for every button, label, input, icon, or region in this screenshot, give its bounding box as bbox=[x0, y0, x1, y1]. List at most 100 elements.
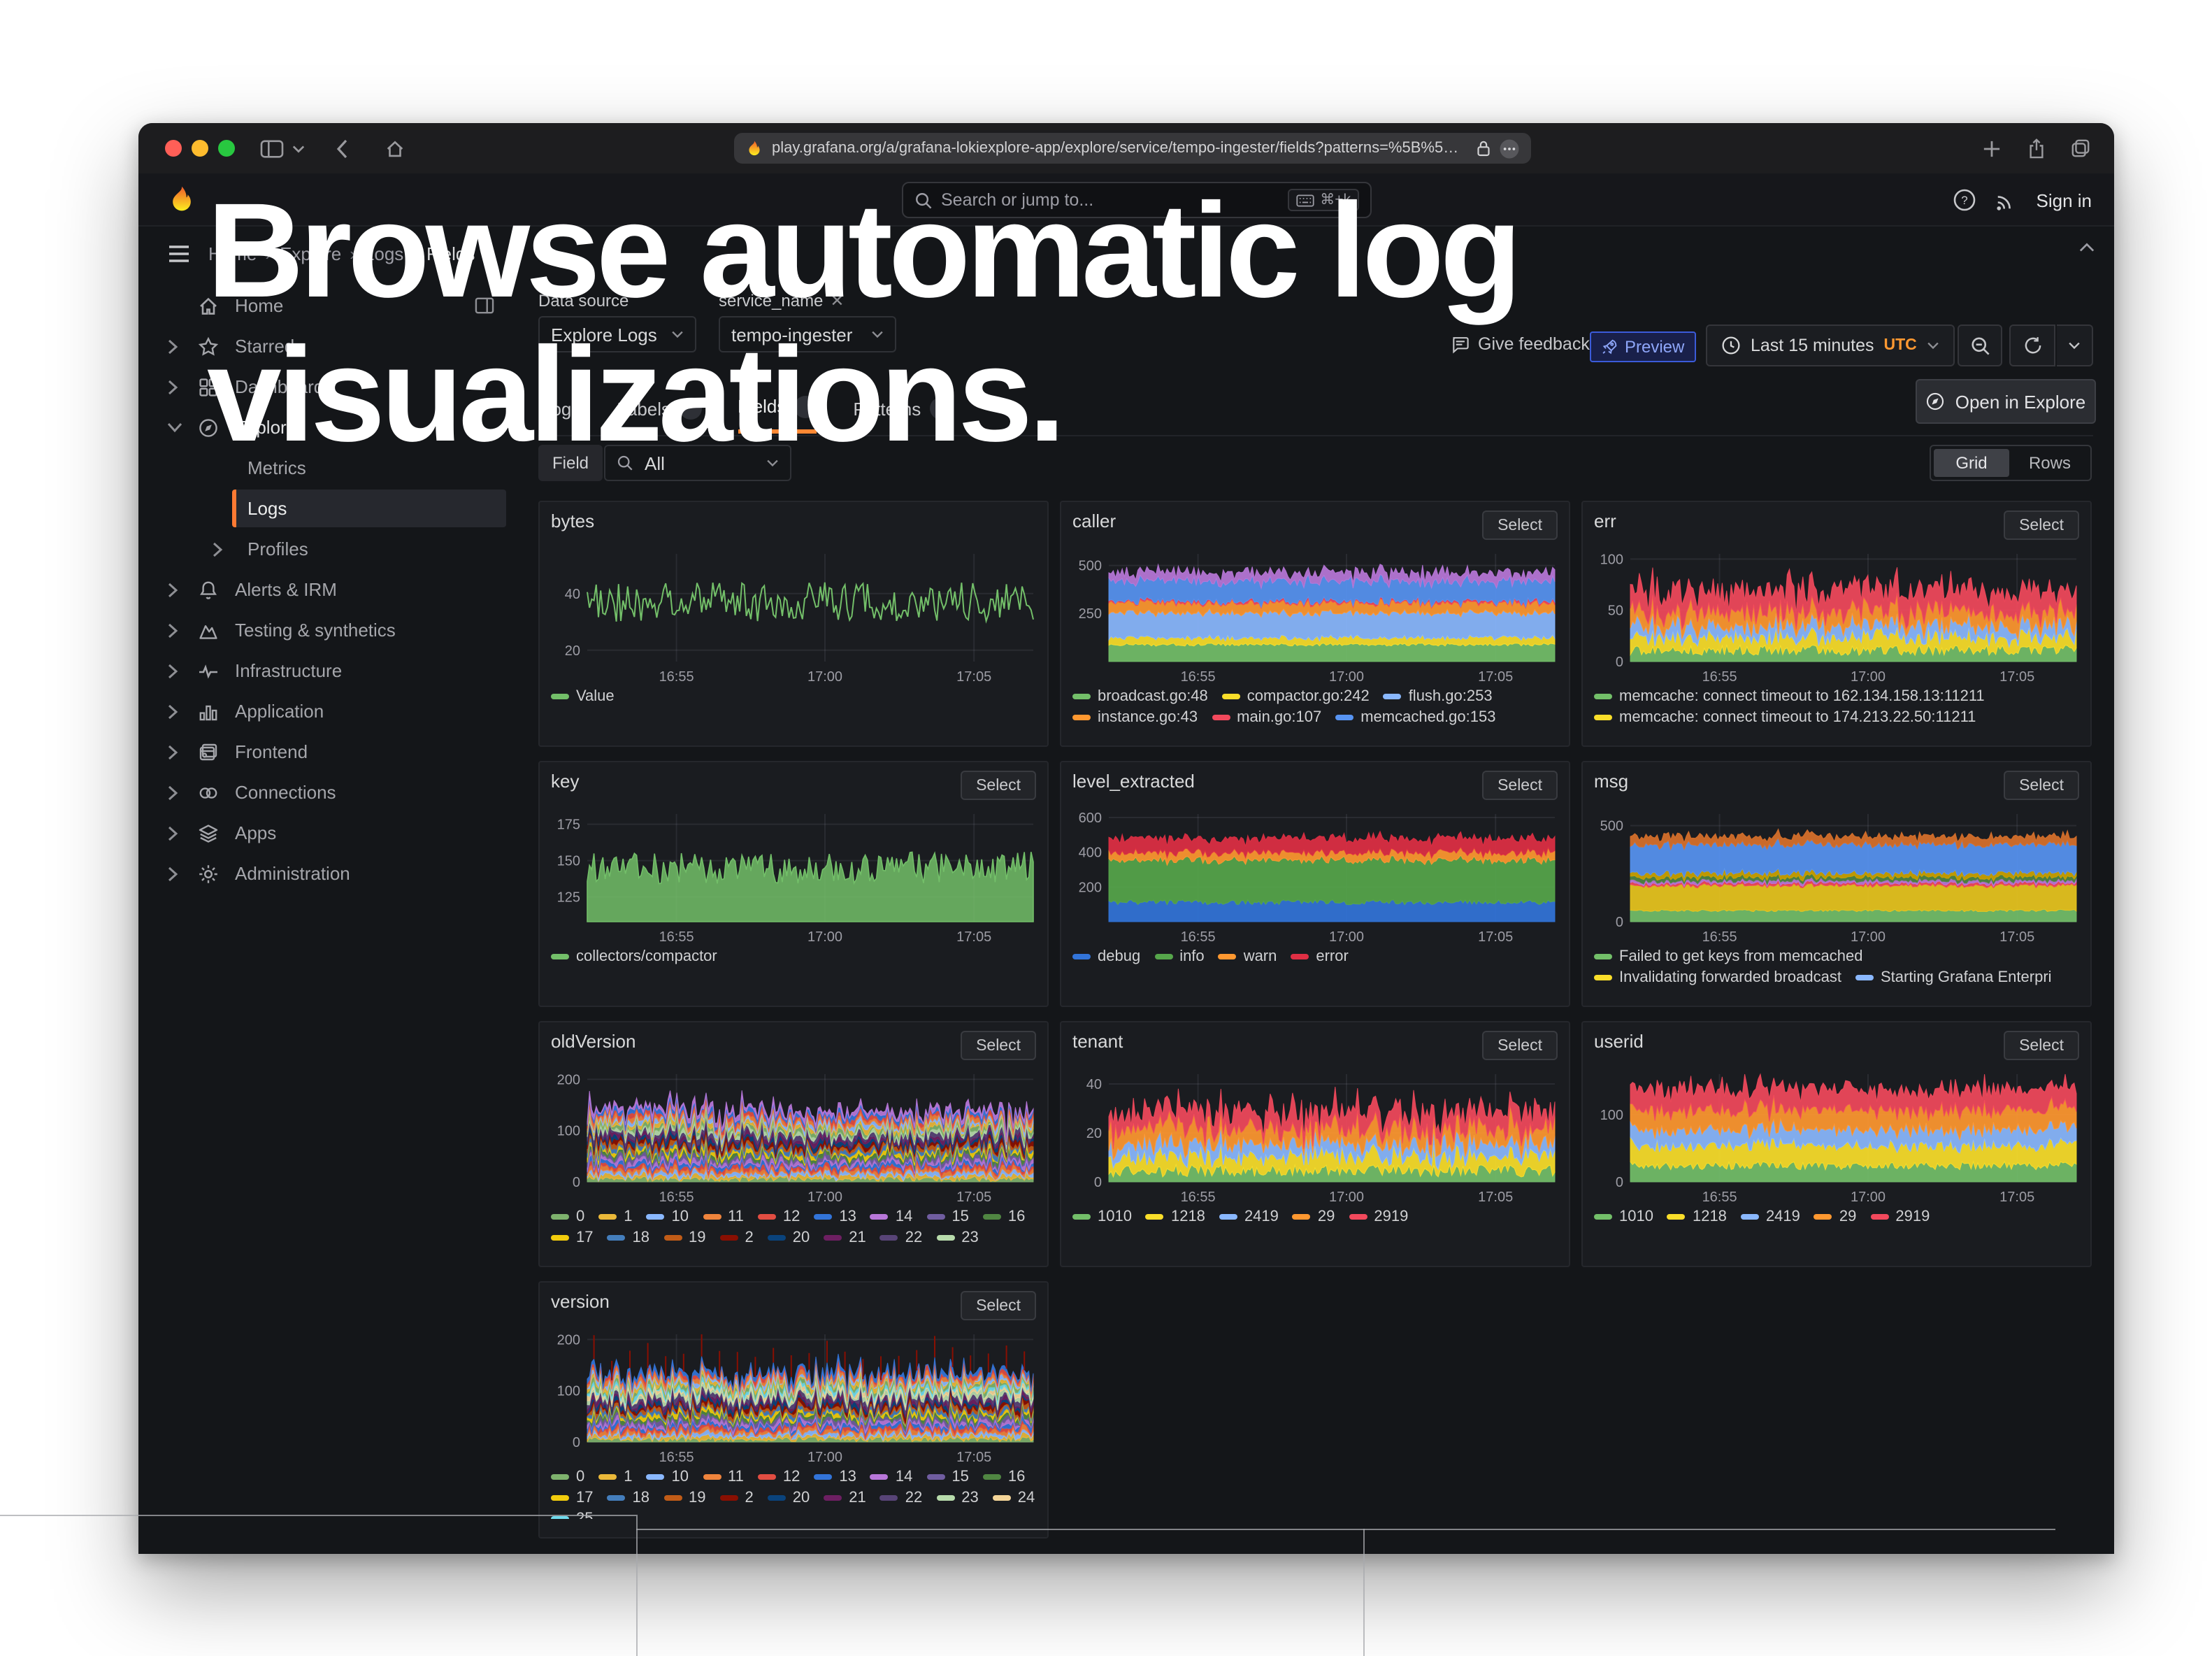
legend-item[interactable]: 2 bbox=[720, 1490, 754, 1506]
sidebar-item-administration[interactable]: Administration bbox=[154, 853, 517, 894]
collapse-panel-icon[interactable] bbox=[2079, 242, 2095, 253]
close-window-button[interactable] bbox=[165, 140, 182, 157]
legend-item[interactable]: 23 bbox=[936, 1229, 979, 1246]
refresh-button[interactable] bbox=[2009, 324, 2055, 366]
select-button[interactable]: Select bbox=[961, 1031, 1036, 1060]
open-in-explore-button[interactable]: Open in Explore bbox=[1916, 379, 2096, 424]
legend-item[interactable]: 24 bbox=[993, 1490, 1035, 1506]
legend-item[interactable]: 18 bbox=[608, 1229, 650, 1246]
tab-overview-icon[interactable] bbox=[2064, 131, 2097, 165]
select-button[interactable]: Select bbox=[2004, 1031, 2079, 1060]
legend-item[interactable]: 1 bbox=[598, 1469, 632, 1485]
chevron-right-icon[interactable] bbox=[166, 622, 197, 638]
time-range-picker[interactable]: Last 15 minutes UTC bbox=[1706, 324, 1955, 366]
legend-item[interactable]: flush.go:253 bbox=[1384, 688, 1493, 705]
legend-item[interactable]: 20 bbox=[768, 1229, 810, 1246]
legend-item[interactable]: 14 bbox=[870, 1208, 913, 1225]
legend-item[interactable]: 15 bbox=[926, 1208, 969, 1225]
legend-item[interactable]: 17 bbox=[551, 1229, 594, 1246]
sidebar-item-connections[interactable]: Connections bbox=[154, 772, 517, 813]
legend-item[interactable]: Value bbox=[551, 688, 615, 705]
back-icon[interactable] bbox=[324, 131, 358, 165]
sign-in-link[interactable]: Sign in bbox=[2037, 190, 2092, 210]
chevron-right-icon[interactable] bbox=[166, 743, 197, 760]
legend-item[interactable]: 0 bbox=[551, 1208, 584, 1225]
sidebar-item-frontend[interactable]: Frontend bbox=[154, 731, 517, 772]
legend-item[interactable]: 2419 bbox=[1219, 1208, 1279, 1225]
sidebar-item-apps[interactable]: Apps bbox=[154, 813, 517, 853]
legend-item[interactable]: memcached.go:153 bbox=[1335, 709, 1495, 726]
refresh-interval-dropdown[interactable] bbox=[2057, 324, 2093, 366]
legend-item[interactable]: 1218 bbox=[1146, 1208, 1205, 1225]
legend-item[interactable]: 29 bbox=[1814, 1208, 1857, 1225]
grid-view-button[interactable]: Grid bbox=[1934, 449, 2009, 477]
legend-item[interactable]: 21 bbox=[824, 1229, 866, 1246]
select-button[interactable]: Select bbox=[2004, 511, 2079, 540]
chevron-right-icon[interactable] bbox=[166, 703, 197, 720]
legend-item[interactable]: 1 bbox=[598, 1208, 632, 1225]
legend-item[interactable]: broadcast.go:48 bbox=[1072, 688, 1208, 705]
chevron-right-icon[interactable] bbox=[166, 865, 197, 882]
legend-item[interactable]: debug bbox=[1072, 948, 1140, 965]
select-button[interactable]: Select bbox=[1482, 1031, 1558, 1060]
legend-item[interactable]: 17 bbox=[551, 1490, 594, 1506]
legend-item[interactable]: Starting Grafana Enterpri bbox=[1855, 969, 2052, 986]
select-button[interactable]: Select bbox=[1482, 511, 1558, 540]
legend-item[interactable]: 16 bbox=[983, 1469, 1026, 1485]
minimize-window-button[interactable] bbox=[192, 140, 208, 157]
legend-item[interactable]: 15 bbox=[926, 1469, 969, 1485]
new-tab-icon[interactable] bbox=[1974, 131, 2008, 165]
legend-item[interactable]: info bbox=[1154, 948, 1205, 965]
sidebar-item-profiles[interactable]: Profiles bbox=[154, 529, 517, 569]
legend-item[interactable]: 12 bbox=[758, 1208, 800, 1225]
sidebar-item-logs[interactable]: Logs bbox=[154, 488, 517, 529]
grafana-logo[interactable] bbox=[166, 185, 197, 215]
legend-item[interactable]: 11 bbox=[703, 1469, 744, 1485]
chevron-right-icon[interactable] bbox=[166, 581, 197, 598]
legend-item[interactable]: 0 bbox=[551, 1469, 584, 1485]
legend-item[interactable]: 29 bbox=[1293, 1208, 1335, 1225]
legend-item[interactable]: 2419 bbox=[1741, 1208, 1800, 1225]
sidebar-item-infrastructure[interactable]: Infrastructure bbox=[154, 650, 517, 691]
chevron-right-icon[interactable] bbox=[166, 662, 197, 679]
chevron-right-icon[interactable] bbox=[166, 338, 197, 355]
url-bar[interactable]: play.grafana.org/a/grafana-lokiexplore-a… bbox=[734, 133, 1531, 164]
legend-item[interactable]: collectors/compactor bbox=[551, 948, 717, 965]
legend-item[interactable]: warn bbox=[1219, 948, 1277, 965]
legend-item[interactable]: 22 bbox=[880, 1229, 923, 1246]
select-button[interactable]: Select bbox=[961, 1291, 1036, 1320]
select-button[interactable]: Select bbox=[1482, 771, 1558, 800]
legend-item[interactable]: 23 bbox=[936, 1490, 979, 1506]
legend-item[interactable]: 18 bbox=[608, 1490, 650, 1506]
share-icon[interactable] bbox=[2019, 131, 2053, 165]
chevron-right-icon[interactable] bbox=[166, 784, 197, 801]
legend-item[interactable]: 2919 bbox=[1349, 1208, 1408, 1225]
chevron-right-icon[interactable] bbox=[211, 541, 247, 557]
legend-item[interactable]: 21 bbox=[824, 1490, 866, 1506]
legend-item[interactable]: Invalidating forwarded broadcast bbox=[1594, 969, 1841, 986]
legend-item[interactable]: 19 bbox=[663, 1490, 706, 1506]
legend-item[interactable]: 16 bbox=[983, 1208, 1026, 1225]
legend-item[interactable]: 22 bbox=[880, 1490, 923, 1506]
sidebar-toggle-icon[interactable] bbox=[254, 131, 288, 165]
legend-item[interactable]: 2 bbox=[720, 1229, 754, 1246]
legend-item[interactable]: error bbox=[1291, 948, 1348, 965]
sidebar-item-testing-synthetics[interactable]: Testing & synthetics bbox=[154, 610, 517, 650]
legend-item[interactable]: main.go:107 bbox=[1212, 709, 1321, 726]
legend-item[interactable]: compactor.go:242 bbox=[1222, 688, 1370, 705]
select-button[interactable]: Select bbox=[2004, 771, 2079, 800]
legend-item[interactable]: 14 bbox=[870, 1469, 913, 1485]
legend-item[interactable]: 2919 bbox=[1870, 1208, 1930, 1225]
zoom-window-button[interactable] bbox=[218, 140, 235, 157]
legend-item[interactable]: 10 bbox=[647, 1469, 689, 1485]
legend-item[interactable]: 1218 bbox=[1667, 1208, 1727, 1225]
chevron-right-icon[interactable] bbox=[166, 378, 197, 395]
legend-item[interactable]: memcache: connect timeout to 162.134.158… bbox=[1594, 688, 1985, 705]
sidebar-item-application[interactable]: Application bbox=[154, 691, 517, 731]
legend-item[interactable]: 10 bbox=[647, 1208, 689, 1225]
zoom-out-button[interactable] bbox=[1958, 324, 2002, 366]
rows-view-button[interactable]: Rows bbox=[2012, 449, 2088, 477]
legend-item[interactable]: 11 bbox=[703, 1208, 744, 1225]
legend-item[interactable]: instance.go:43 bbox=[1072, 709, 1198, 726]
legend-item[interactable]: 1010 bbox=[1594, 1208, 1653, 1225]
